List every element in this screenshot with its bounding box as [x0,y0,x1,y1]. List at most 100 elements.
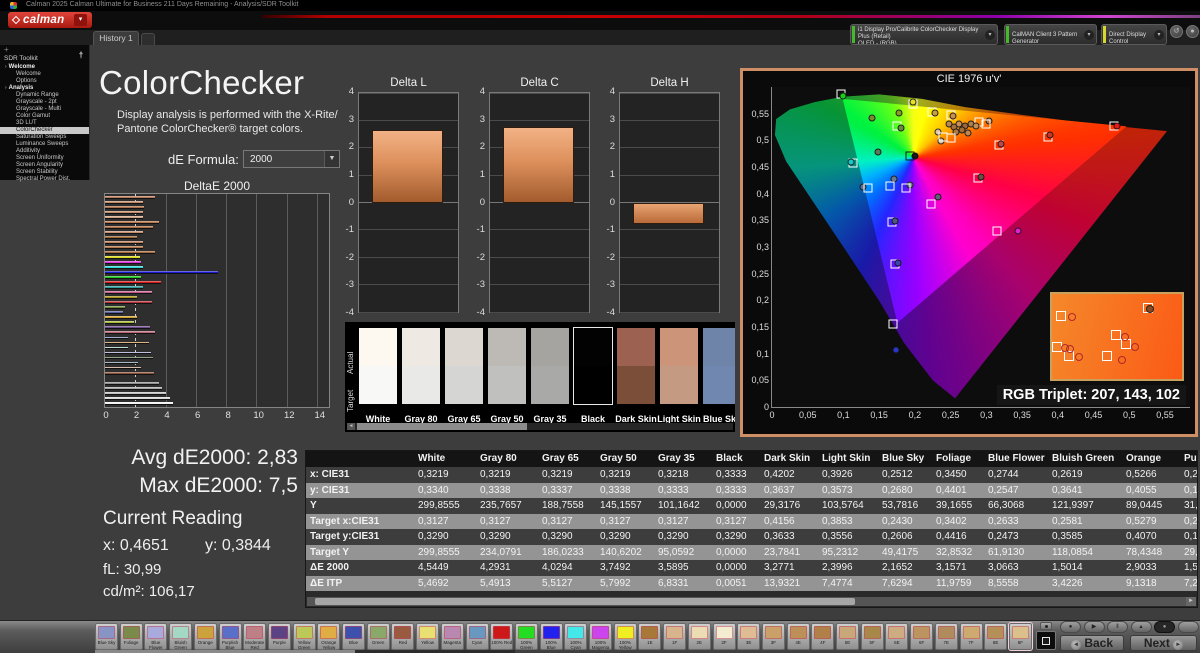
transport-button-4[interactable]: ▴ [1130,621,1152,633]
deltae-bar [105,346,128,350]
pin-icon[interactable] [78,46,84,64]
table-cell: 7,6294 [882,577,913,589]
sidebar-item-luminance-sweeps[interactable]: Luminance Sweeps [0,141,89,148]
meter-button-1[interactable]: i1 Display Pro/Calibrite ColorChecker Di… [850,24,998,45]
sidebar-item-grayscale-multi[interactable]: Grayscale - Multi [0,106,89,113]
pattern-swatch-bluish-green[interactable]: Bluish Green [169,623,193,650]
sidebar-item-welcome[interactable]: Welcome [0,71,89,78]
pattern-swatch-3e[interactable]: 3E [737,623,761,650]
pattern-swatch-5f[interactable]: 5F [860,623,884,650]
calman-menu-caret[interactable]: ▾ [74,14,87,26]
swatch-strip-scrollbar[interactable]: ◄ [347,423,733,430]
cie-chart-title: CIE 1976 u'v' [936,73,1002,85]
pattern-swatch-purple[interactable]: Purple [267,623,291,650]
pattern-swatch-purplish-blue[interactable]: Purplish Blue [218,623,242,650]
pattern-swatch-blue-sky[interactable]: Blue Sky [95,623,118,650]
sidebar-item-additivity[interactable]: Additivity [0,148,89,155]
sidebar-item-screen-uniformity[interactable]: Screen Uniformity [0,155,89,162]
meter-button-2[interactable]: CalMAN Client 3 Pattern Generator ▾ [1004,24,1097,45]
scrollbar-thumb[interactable] [357,423,527,430]
table-scrollbar-thumb[interactable] [315,598,855,605]
gridline [490,256,589,258]
pattern-swatch-orange-yellow[interactable]: Orange Yellow [317,623,341,650]
sidebar-group-analysis[interactable]: › Analysis [0,85,89,92]
sidebar-item-grayscale-2pt[interactable]: Grayscale - 2pt [0,99,89,106]
target-color [703,366,735,404]
transport-button-6[interactable] [1177,621,1199,633]
pattern-swatch-7e[interactable]: 7E [934,623,958,650]
pattern-swatch-100-red[interactable]: 100% Red [490,623,514,650]
info-button[interactable]: ● [1186,25,1199,38]
pattern-swatch-2e[interactable]: 2E [687,623,711,650]
pattern-swatch-yellow[interactable]: Yellow [416,623,440,650]
pattern-swatch-2f[interactable]: 2F [712,623,736,650]
refresh-button[interactable]: ↺ [1170,25,1183,38]
tab-stub[interactable] [141,33,155,45]
pattern-swatch-3f[interactable]: 3F [761,623,785,650]
sidebar-item-3d-lut[interactable]: 3D LUT [0,120,89,127]
sidebar-item-options[interactable]: Options [0,78,89,85]
swatch-label: 8E [992,640,999,645]
pattern-swatch-100-green[interactable]: 100% Green [514,623,538,650]
next-button[interactable]: Next ► [1130,635,1197,651]
pattern-swatch-4e[interactable]: 4E [786,623,810,650]
group-arrow-icon: › [5,64,7,70]
pattern-swatch-100-yellow[interactable]: 100% Yellow [613,623,637,650]
pattern-swatch-magenta[interactable]: Magenta [440,623,464,650]
pattern-swatch-5e[interactable]: 5E [836,623,859,650]
sidebar-item-saturation-sweeps[interactable]: Saturation Sweeps [0,134,89,141]
sidebar-item-screen-angularity[interactable]: Screen Angularity [0,162,89,169]
pattern-swatch-8e[interactable]: 8E [984,623,1008,650]
back-button[interactable]: ◄ Back [1060,635,1124,651]
pattern-swatch-1e[interactable]: 1E [638,623,662,650]
sidebar-item-dynamic-range[interactable]: Dynamic Range [0,92,89,99]
pattern-swatch-8f[interactable]: 8F [1007,622,1033,651]
measured-marker [964,129,972,137]
sidebar-item-colorchecker[interactable]: ColorChecker [0,127,89,134]
sidebar-group-welcome[interactable]: › Welcome [0,64,89,71]
expand-icon[interactable]: + [4,45,9,54]
meter-mini-button[interactable] [1040,622,1052,630]
tab-history-1[interactable]: History 1 [93,31,139,45]
pattern-swatch-moderate-red[interactable]: Moderate Red [243,623,267,650]
pattern-swatch-1f[interactable]: 1F [663,623,687,650]
transport-button-1[interactable]: ● [1060,621,1081,633]
deltae-bar [105,301,152,305]
transport-button-3[interactable]: ‖ [1107,621,1128,633]
table-scrollbar[interactable]: ► [307,597,1196,606]
pattern-swatch-foliage[interactable]: Foliage [119,623,143,650]
y-tick-label: 3 [609,113,615,125]
table-row: Target x:CIE31 0,3127 0,3127 0,3127 0,3127 0,… [306,513,1197,529]
pattern-swatch-6f[interactable]: 6F [910,623,934,650]
pattern-swatch-blue-flower[interactable]: Blue Flower [144,623,168,650]
stop-button[interactable] [1036,631,1056,650]
scroll-left-icon[interactable]: ◄ [347,423,355,430]
sidebar-item-color-gamut[interactable]: Color Gamut [0,113,89,120]
pattern-swatch-red[interactable]: Red [391,623,415,650]
transport-button-2[interactable]: ▶ [1083,621,1105,633]
pattern-swatch-7f[interactable]: 7F [959,623,983,650]
pattern-swatch-100-cyan[interactable]: 100% Cyan [564,623,588,650]
transport-button-5[interactable]: ● [1154,621,1175,633]
pattern-swatch-cyan[interactable]: Cyan [465,623,489,650]
deltae-bar [105,316,137,320]
pattern-swatch-100-magenta[interactable]: 100% Magenta [589,623,612,650]
pattern-swatch-green[interactable]: Green [366,623,390,650]
pattern-swatch-4f[interactable]: 4F [811,623,835,650]
pattern-swatch-orange[interactable]: Orange [193,623,217,650]
de-formula-dropdown[interactable]: 2000 ▼ [243,150,340,168]
table-cell: 0,4202 [764,469,795,480]
pattern-swatch-yellow-green[interactable]: Yellow Green [292,623,316,650]
sidebar-item-screen-stability[interactable]: Screen Stability [0,169,89,176]
window-titlebar[interactable]: Calman 2025 Calman Ultimate for Business… [0,0,1200,11]
swatch-label: 2F [721,640,727,645]
table-cell: 0,2547 [988,484,1019,496]
table-cell: 3,1571 [936,562,967,573]
page-description: Display analysis is performed with the X… [117,108,349,136]
scroll-right-icon[interactable]: ► [1186,597,1196,606]
sidebar-item-spectral-power-dist-[interactable]: Spectral Power Dist. [0,176,89,183]
meter-button-3[interactable]: Direct Display Control ▾ [1101,24,1167,45]
pattern-swatch-100-blue[interactable]: 100% Blue [539,623,563,650]
pattern-swatch-blue[interactable]: Blue [342,623,365,650]
pattern-swatch-6e[interactable]: 6E [885,623,909,650]
